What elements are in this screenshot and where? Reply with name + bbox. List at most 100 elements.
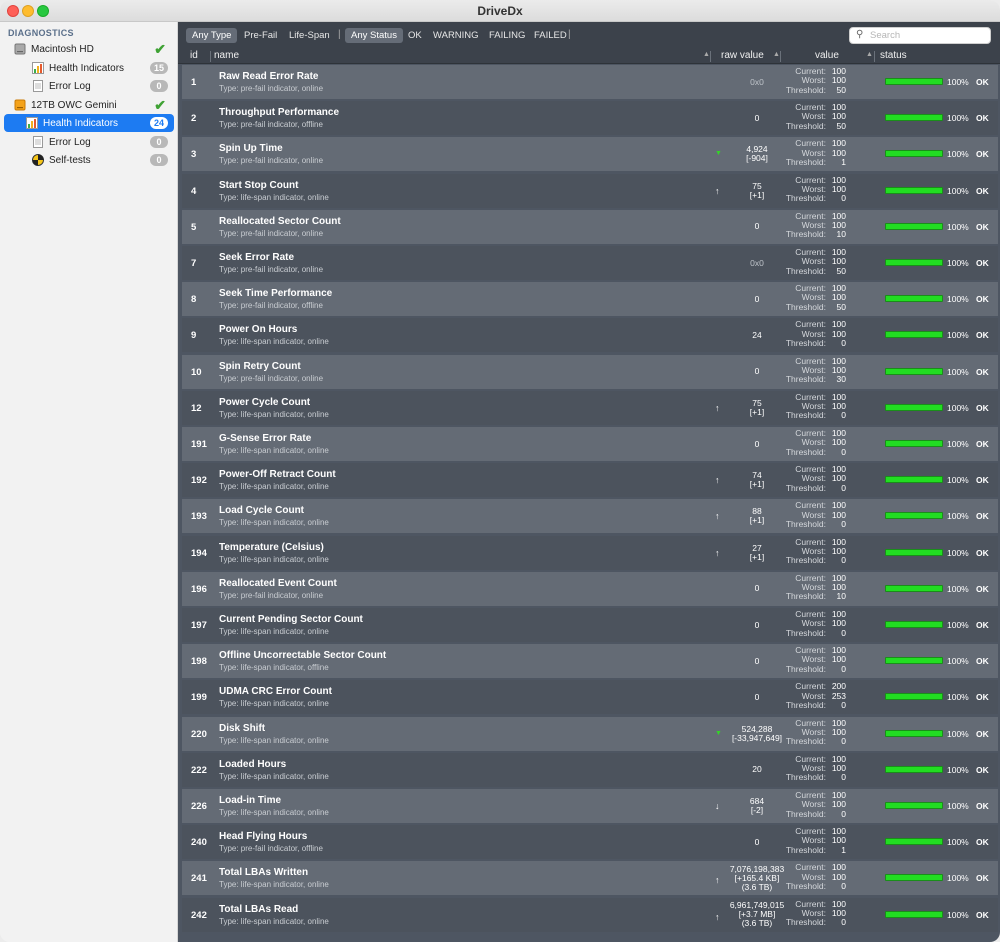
attribute-values: Current: 100 Worst: 100 Threshold: 0: [778, 537, 850, 566]
attribute-type: Type: pre-fail indicator, online: [219, 590, 324, 600]
value-threshold: 50: [836, 84, 846, 95]
table-row[interactable]: 5 Reallocated Sector Count Type: pre-fail …: [182, 209, 998, 244]
value-line-threshold: Threshold: 0: [778, 410, 850, 421]
filter-type-pre-fail[interactable]: Pre-Fail: [238, 28, 283, 43]
column-header-id[interactable]: id: [190, 50, 198, 61]
attribute-name: Disk Shift: [219, 722, 266, 734]
trend-up-icon: ↑: [715, 511, 720, 522]
attribute-values: Current: 100 Worst: 100 Threshold: 0: [778, 609, 850, 638]
attribute-type: Type: life-span indicator, online: [219, 482, 329, 492]
filter-separator: |: [338, 29, 341, 40]
value-threshold: 0: [841, 446, 846, 457]
attribute-name: Seek Error Rate: [219, 252, 295, 263]
sidebar-item-self-tests[interactable]: Self-tests 0: [26, 151, 174, 169]
value-threshold: 0: [841, 410, 846, 421]
filter-type-life-span[interactable]: Life-Span: [283, 28, 336, 43]
health-bar: [885, 512, 943, 520]
search-field[interactable]: ⚲: [849, 27, 991, 44]
value-line-threshold: Threshold: 10: [778, 230, 850, 240]
table-row[interactable]: 12 Power Cycle Count Type: life-span indic…: [182, 390, 998, 425]
table-row[interactable]: 193 Load Cycle Count Type: life-span indic…: [182, 499, 998, 534]
sidebar-item-label: Health Indicators: [49, 62, 125, 74]
search-input[interactable]: [870, 29, 985, 42]
health-bar: [885, 548, 943, 556]
table-row[interactable]: 198 Offline Uncorrectable Sector Count Typ…: [182, 644, 998, 679]
status-label: OK: [976, 185, 989, 196]
attribute-type: Type: life-span indicator, online: [219, 627, 329, 636]
value-line-threshold: Threshold: 0: [778, 628, 850, 638]
table-row[interactable]: 2 Throughput Performance Type: pre-fail in…: [182, 101, 998, 136]
table-row[interactable]: 199 UDMA CRC Error Count Type: life-span i…: [182, 680, 998, 715]
filter-status-failed[interactable]: FAILED: [528, 28, 573, 43]
value-label: Threshold:: [785, 844, 826, 855]
attribute-type: Type: pre-fail indicator, online: [219, 84, 324, 93]
sidebar-item-label: Error Log: [49, 80, 91, 92]
attribute-values: Current: 100 Worst: 100 Threshold: 0: [778, 718, 850, 747]
count-badge: 0: [150, 154, 168, 166]
value-threshold: 30: [836, 374, 846, 385]
count-badge: 24: [149, 117, 168, 129]
table-row[interactable]: 10 Spin Retry Count Type: pre-fail indicat…: [182, 354, 998, 389]
table-row[interactable]: 192 Power-Off Retract Count Type: life-spa…: [182, 463, 998, 498]
external-drive-icon: [14, 99, 26, 111]
value-line-threshold: Threshold: 0: [778, 446, 850, 457]
table-row[interactable]: 8 Seek Time Performance Type: pre-fail ind…: [182, 282, 998, 317]
table-row[interactable]: 7 Seek Error Rate Type: pre-fail indicator…: [182, 246, 998, 280]
table-row[interactable]: 226 Load-in Time Type: life-span indicator…: [182, 789, 998, 823]
table-row[interactable]: 242 Total LBAs Read Type: life-span indica…: [182, 897, 998, 932]
attribute-id: 2: [191, 113, 197, 125]
column-header-status[interactable]: status: [880, 50, 907, 61]
value-line-threshold: Threshold: 0: [778, 736, 850, 746]
attribute-id: 192: [191, 475, 207, 487]
table-row[interactable]: 197 Current Pending Sector Count Type: lif…: [182, 608, 998, 642]
value-label: Threshold:: [785, 410, 826, 421]
sort-indicator-icon: ▲: [866, 51, 873, 58]
value-line-threshold: Threshold: 0: [778, 700, 850, 710]
table-row[interactable]: 194 Temperature (Celsius) Type: life-span …: [182, 535, 998, 570]
table-row[interactable]: 3 Spin Up Time Type: pre-fail indicator, o…: [182, 137, 998, 172]
sidebar-item-macintosh-hd[interactable]: Macintosh HD ✔: [8, 40, 174, 58]
table-row[interactable]: 196 Reallocated Event Count Type: pre-fail…: [182, 571, 998, 606]
table-row[interactable]: 241 Total LBAs Written Type: life-span ind…: [182, 861, 998, 896]
health-percent: 100%: [947, 656, 969, 667]
filter-status-any-status[interactable]: Any Status: [345, 28, 403, 43]
table-row[interactable]: 240 Head Flying Hours Type: pre-fail indic…: [182, 825, 998, 860]
sidebar-item-12tb-owc-gemini[interactable]: 12TB OWC Gemini ✔: [8, 96, 174, 114]
sidebar-item-health-indicators[interactable]: Health Indicators 15: [26, 59, 174, 77]
sidebar-item-error-log[interactable]: Error Log 0: [26, 133, 174, 151]
attribute-type: Type: life-span indicator, online: [219, 518, 329, 528]
sidebar-item-error-log[interactable]: Error Log 0: [26, 77, 174, 95]
checkmark-icon: ✔: [154, 41, 166, 57]
column-header-name[interactable]: name: [214, 50, 239, 61]
column-header-value[interactable]: value: [815, 50, 839, 61]
filter-status-failing[interactable]: FAILING: [483, 28, 531, 43]
table-row[interactable]: 9 Power On Hours Type: life-span indicator…: [182, 318, 998, 353]
attribute-values: Current: 100 Worst: 100 Threshold: 1: [778, 139, 850, 167]
health-percent: 100%: [947, 764, 969, 775]
health-percent: 100%: [947, 692, 969, 703]
sidebar-item-label: Error Log: [49, 136, 91, 148]
sidebar-item-health-indicators[interactable]: Health Indicators 24: [4, 114, 174, 132]
health-percent: 100%: [947, 620, 969, 630]
attribute-type: Type: life-span indicator, online: [219, 735, 329, 745]
value-line-threshold: Threshold: 10: [778, 592, 850, 602]
table-row[interactable]: 4 Start Stop Count Type: life-span indicat…: [182, 173, 998, 208]
value-line-threshold: Threshold: 0: [778, 193, 850, 203]
column-header-raw-value[interactable]: raw value: [721, 50, 764, 61]
attribute-id: 197: [191, 620, 207, 631]
filter-status-ok[interactable]: OK: [402, 28, 428, 43]
status-label: OK: [976, 439, 989, 449]
attribute-name: Power On Hours: [219, 324, 298, 336]
filter-type-any-type[interactable]: Any Type: [186, 28, 238, 43]
attribute-values: Current: 100 Worst: 100 Threshold: 0: [778, 899, 850, 928]
value-threshold: 1: [841, 156, 846, 167]
self-test-icon: [32, 154, 44, 166]
value-label: Threshold:: [785, 446, 826, 457]
attribute-id: 222: [191, 764, 207, 776]
filter-status-warning[interactable]: WARNING: [427, 28, 485, 43]
table-row[interactable]: 1 Raw Read Error Rate Type: pre-fail indic…: [182, 65, 998, 99]
table-row[interactable]: 220 Disk Shift Type: life-span indicator, …: [182, 716, 998, 751]
health-percent: 100%: [947, 330, 969, 341]
table-row[interactable]: 191 G-Sense Error Rate Type: life-span ind…: [182, 427, 998, 461]
table-row[interactable]: 222 Loaded Hours Type: life-span indicator…: [182, 752, 998, 787]
